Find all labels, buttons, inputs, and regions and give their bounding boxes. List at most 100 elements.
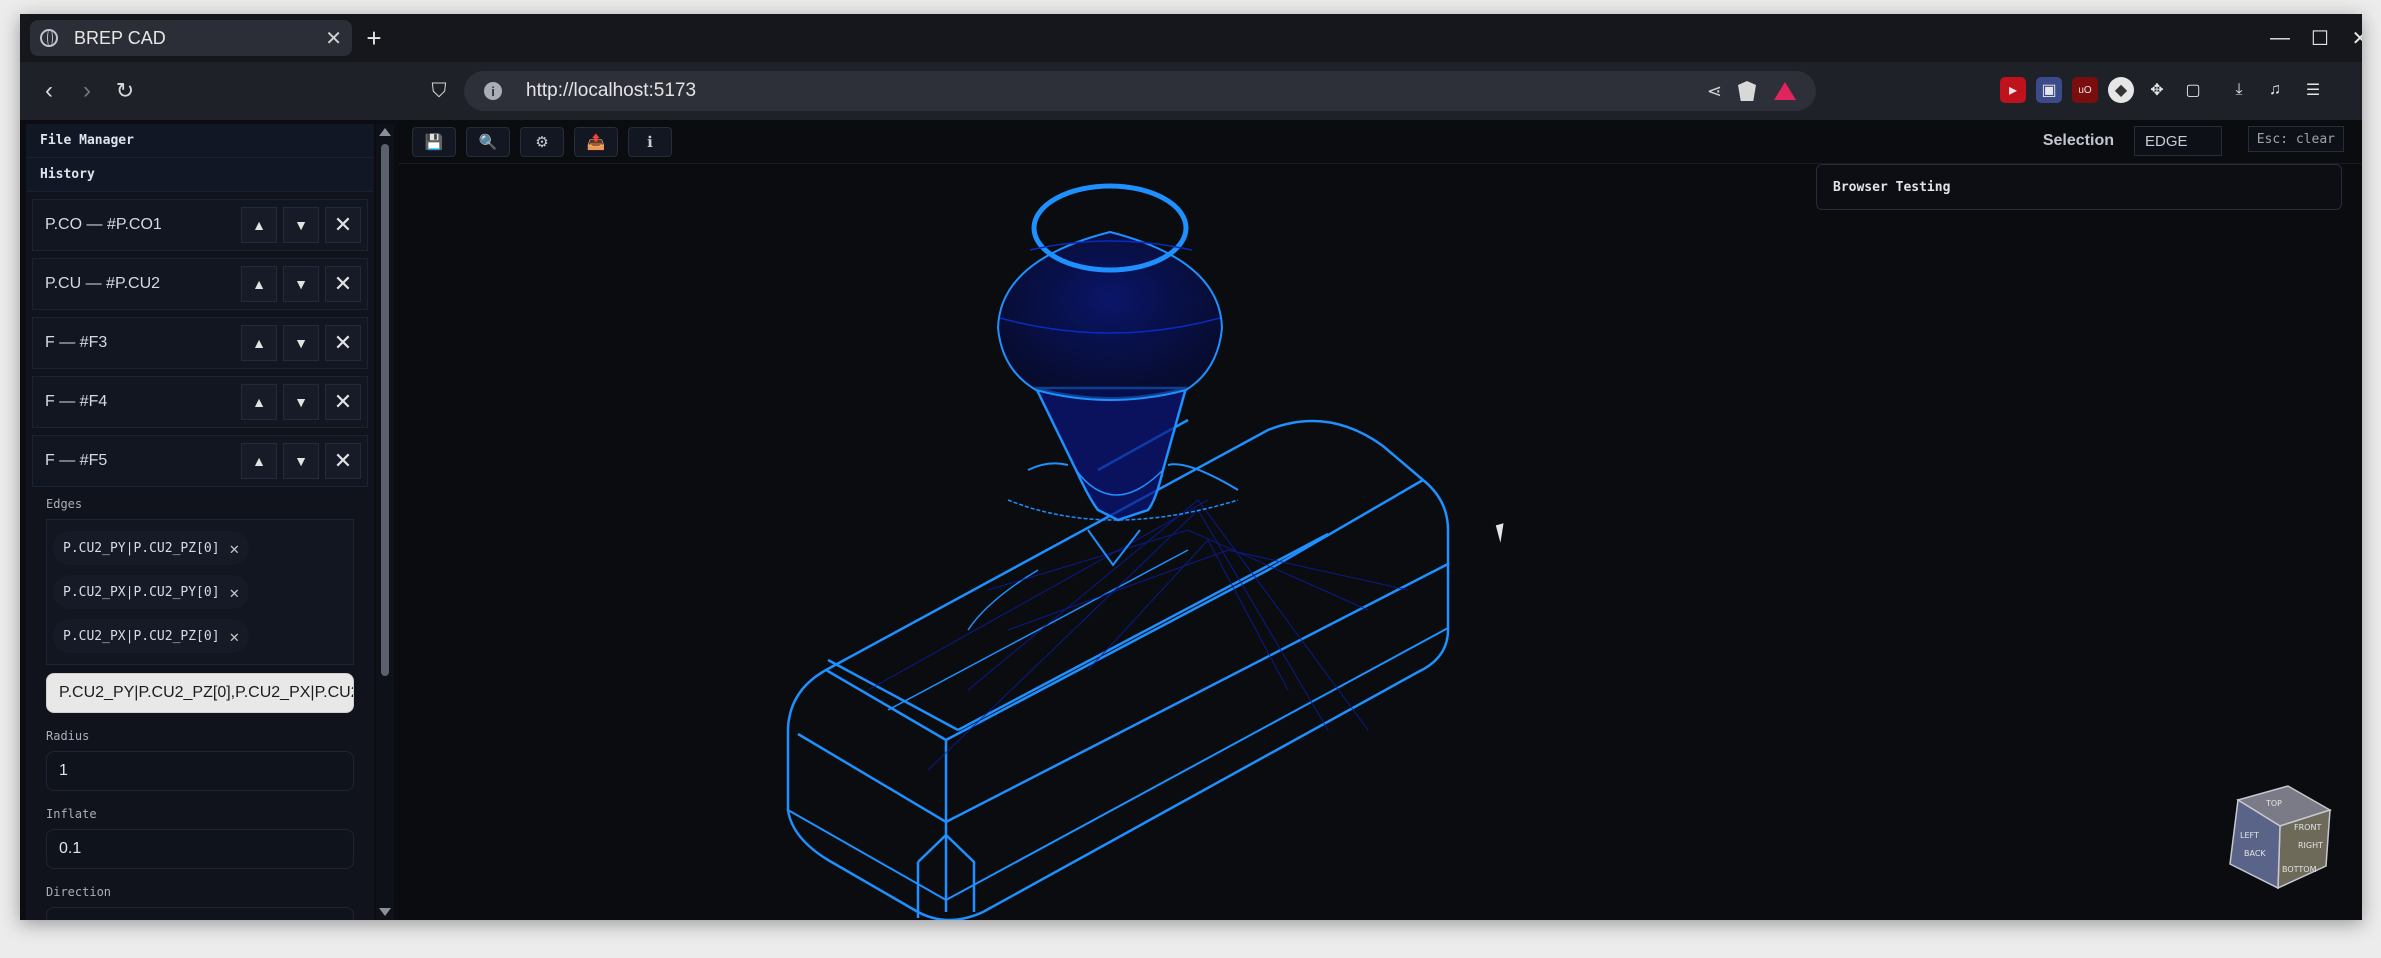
history-item-selected[interactable]: F — #F5 ▲ ▼ ✕ bbox=[32, 435, 368, 487]
url-text: http://localhost:5173 bbox=[526, 80, 697, 101]
viewcube-label: BOTTOM bbox=[2282, 865, 2317, 874]
history-item-label: P.CO — #P.CO1 bbox=[45, 216, 162, 233]
menu-icon[interactable]: ☰ bbox=[2300, 77, 2326, 103]
view-cube[interactable]: TOP FRONT RIGHT LEFT BACK BOTTOM bbox=[2208, 780, 2338, 900]
history-item-label: F — #F4 bbox=[45, 393, 108, 410]
selection-label: Selection bbox=[2042, 132, 2114, 149]
selection-mode-select[interactable]: EDGE bbox=[2134, 126, 2222, 156]
delete-icon[interactable]: ✕ bbox=[325, 207, 361, 243]
tab-strip: BREP CAD ✕ + — ☐ ✕ bbox=[20, 14, 2362, 62]
edge-chip[interactable]: P.CU2_PX|P.CU2_PZ[0] ✕ bbox=[53, 619, 250, 653]
history-item-label: P.CU — #P.CU2 bbox=[45, 275, 161, 292]
history-item[interactable]: F — #F4 ▲ ▼ ✕ bbox=[32, 376, 368, 428]
remove-icon[interactable]: ✕ bbox=[230, 583, 240, 602]
remove-icon[interactable]: ✕ bbox=[230, 539, 240, 558]
viewcube-label: TOP bbox=[2265, 799, 2282, 808]
file-manager-header[interactable]: File Manager bbox=[26, 124, 374, 158]
stem-outline bbox=[1033, 386, 1188, 522]
brave-rewards-icon[interactable] bbox=[1774, 82, 1796, 100]
edge-chip-label: P.CU2_PY|P.CU2_PZ[0] bbox=[63, 540, 220, 556]
new-tab-button[interactable]: + bbox=[358, 22, 390, 54]
inflate-label: Inflate bbox=[46, 807, 97, 821]
search-icon[interactable]: 🔍 bbox=[466, 127, 510, 157]
share-icon[interactable]: ⋖ bbox=[1707, 81, 1722, 102]
knob-outline bbox=[996, 230, 1224, 401]
minimize-icon[interactable]: — bbox=[2260, 22, 2300, 54]
extension-icon[interactable]: ▸ bbox=[2000, 77, 2026, 103]
delete-icon[interactable]: ✕ bbox=[325, 266, 361, 302]
history-item[interactable]: P.CO — #P.CO1 ▲ ▼ ✕ bbox=[32, 199, 368, 251]
direction-label: Direction bbox=[46, 885, 112, 899]
close-window-icon[interactable]: ✕ bbox=[2340, 22, 2362, 54]
cad-model-wireframe[interactable] bbox=[768, 170, 1528, 920]
puzzle-icon[interactable]: ✥ bbox=[2144, 77, 2170, 103]
remove-icon[interactable]: ✕ bbox=[230, 627, 240, 646]
inflate-input[interactable]: 0.1 bbox=[46, 829, 354, 869]
move-down-button[interactable]: ▼ bbox=[283, 384, 319, 420]
extension-icon[interactable]: ◆ bbox=[2108, 77, 2134, 103]
tab-search-icon[interactable]: ▢ bbox=[2180, 77, 2206, 103]
cad-app: File Manager History P.CO — #P.CO1 ▲ ▼ ✕… bbox=[20, 120, 2362, 920]
browser-tab[interactable]: BREP CAD ✕ bbox=[30, 20, 352, 56]
move-up-button[interactable]: ▲ bbox=[241, 384, 277, 420]
ublock-icon[interactable]: uO bbox=[2072, 77, 2098, 103]
history-item-label: F — #F3 bbox=[45, 334, 108, 351]
radius-input[interactable]: 1 bbox=[46, 751, 354, 791]
delete-icon[interactable]: ✕ bbox=[325, 384, 361, 420]
extension-icon[interactable]: ▣ bbox=[2036, 77, 2062, 103]
move-up-button[interactable]: ▲ bbox=[241, 207, 277, 243]
history-item-label: F — #F5 bbox=[45, 452, 108, 469]
back-icon[interactable]: ‹ bbox=[32, 74, 66, 108]
move-down-button[interactable]: ▼ bbox=[283, 266, 319, 302]
site-info-icon[interactable]: i bbox=[484, 82, 502, 100]
scroll-thumb[interactable] bbox=[381, 144, 389, 676]
edge-chip[interactable]: P.CU2_PY|P.CU2_PZ[0] ✕ bbox=[53, 531, 250, 565]
edges-list: P.CU2_PY|P.CU2_PZ[0] ✕ P.CU2_PX|P.CU2_PY[… bbox=[46, 519, 354, 665]
move-down-button[interactable]: ▼ bbox=[283, 443, 319, 479]
move-down-button[interactable]: ▼ bbox=[283, 207, 319, 243]
viewcube-label: RIGHT bbox=[2298, 841, 2323, 850]
browser-window: BREP CAD ✕ + — ☐ ✕ ‹ › ↻ ⛉ i http://loca… bbox=[20, 14, 2362, 920]
forward-icon[interactable]: › bbox=[70, 74, 104, 108]
edge-chip[interactable]: P.CU2_PX|P.CU2_PY[0] ✕ bbox=[53, 575, 250, 609]
close-tab-icon[interactable]: ✕ bbox=[325, 26, 342, 51]
browser-toolbar: ‹ › ↻ ⛉ i http://localhost:5173 ⋖ ▸ ▣ uO… bbox=[20, 62, 2362, 120]
maximize-icon[interactable]: ☐ bbox=[2300, 22, 2340, 54]
delete-icon[interactable]: ✕ bbox=[325, 325, 361, 361]
viewcube-label: FRONT bbox=[2294, 823, 2321, 832]
scroll-up-icon[interactable] bbox=[379, 128, 391, 136]
export-icon[interactable]: 📤 bbox=[574, 127, 618, 157]
history-header[interactable]: History bbox=[26, 158, 374, 192]
base-bottom-outline bbox=[786, 610, 1450, 920]
clear-selection-button[interactable]: Esc: clear bbox=[2247, 126, 2344, 152]
sidebar-scrollbar[interactable] bbox=[376, 124, 394, 920]
history-item[interactable]: P.CU — #P.CU2 ▲ ▼ ✕ bbox=[32, 258, 368, 310]
history-item[interactable]: F — #F3 ▲ ▼ ✕ bbox=[32, 317, 368, 369]
viewcube-label: BACK bbox=[2244, 849, 2266, 858]
viewcube-label: LEFT bbox=[2240, 831, 2259, 840]
scroll-down-icon[interactable] bbox=[379, 908, 391, 916]
delete-icon[interactable]: ✕ bbox=[325, 443, 361, 479]
edges-text-input[interactable]: P.CU2_PY|P.CU2_PZ[0],P.CU2_PX|P.CU2_PY[0… bbox=[46, 673, 354, 713]
info-icon[interactable]: ℹ bbox=[628, 127, 672, 157]
direction-select[interactable] bbox=[46, 907, 354, 920]
settings-icon[interactable]: ⚙ bbox=[520, 127, 564, 157]
download-icon[interactable]: ⤓ bbox=[2226, 77, 2252, 103]
save-icon[interactable]: 💾 bbox=[412, 127, 456, 157]
address-bar[interactable]: i http://localhost:5173 ⋖ bbox=[464, 71, 1816, 111]
move-up-button[interactable]: ▲ bbox=[241, 443, 277, 479]
move-down-button[interactable]: ▼ bbox=[283, 325, 319, 361]
brave-shield-icon[interactable] bbox=[1738, 81, 1756, 101]
edge-chip-label: P.CU2_PX|P.CU2_PY[0] bbox=[63, 584, 220, 600]
globe-icon bbox=[40, 29, 58, 47]
3d-viewport[interactable]: 💾 🔍 ⚙ 📤 ℹ Selection EDGE Esc: clear Brow… bbox=[398, 120, 2362, 920]
browser-testing-panel[interactable]: Browser Testing bbox=[1816, 164, 2342, 210]
move-up-button[interactable]: ▲ bbox=[241, 325, 277, 361]
edge-chip-label: P.CU2_PX|P.CU2_PZ[0] bbox=[63, 628, 220, 644]
move-up-button[interactable]: ▲ bbox=[241, 266, 277, 302]
viewport-toolbar: 💾 🔍 ⚙ 📤 ℹ Selection EDGE Esc: clear bbox=[398, 120, 2362, 164]
media-icon[interactable]: ♫ bbox=[2262, 77, 2288, 103]
bookmark-icon[interactable]: ⛉ bbox=[422, 74, 456, 108]
reload-icon[interactable]: ↻ bbox=[108, 74, 142, 108]
feature-detail-form: Edges P.CU2_PY|P.CU2_PZ[0] ✕ P.CU2_PX|P.C… bbox=[26, 487, 374, 920]
